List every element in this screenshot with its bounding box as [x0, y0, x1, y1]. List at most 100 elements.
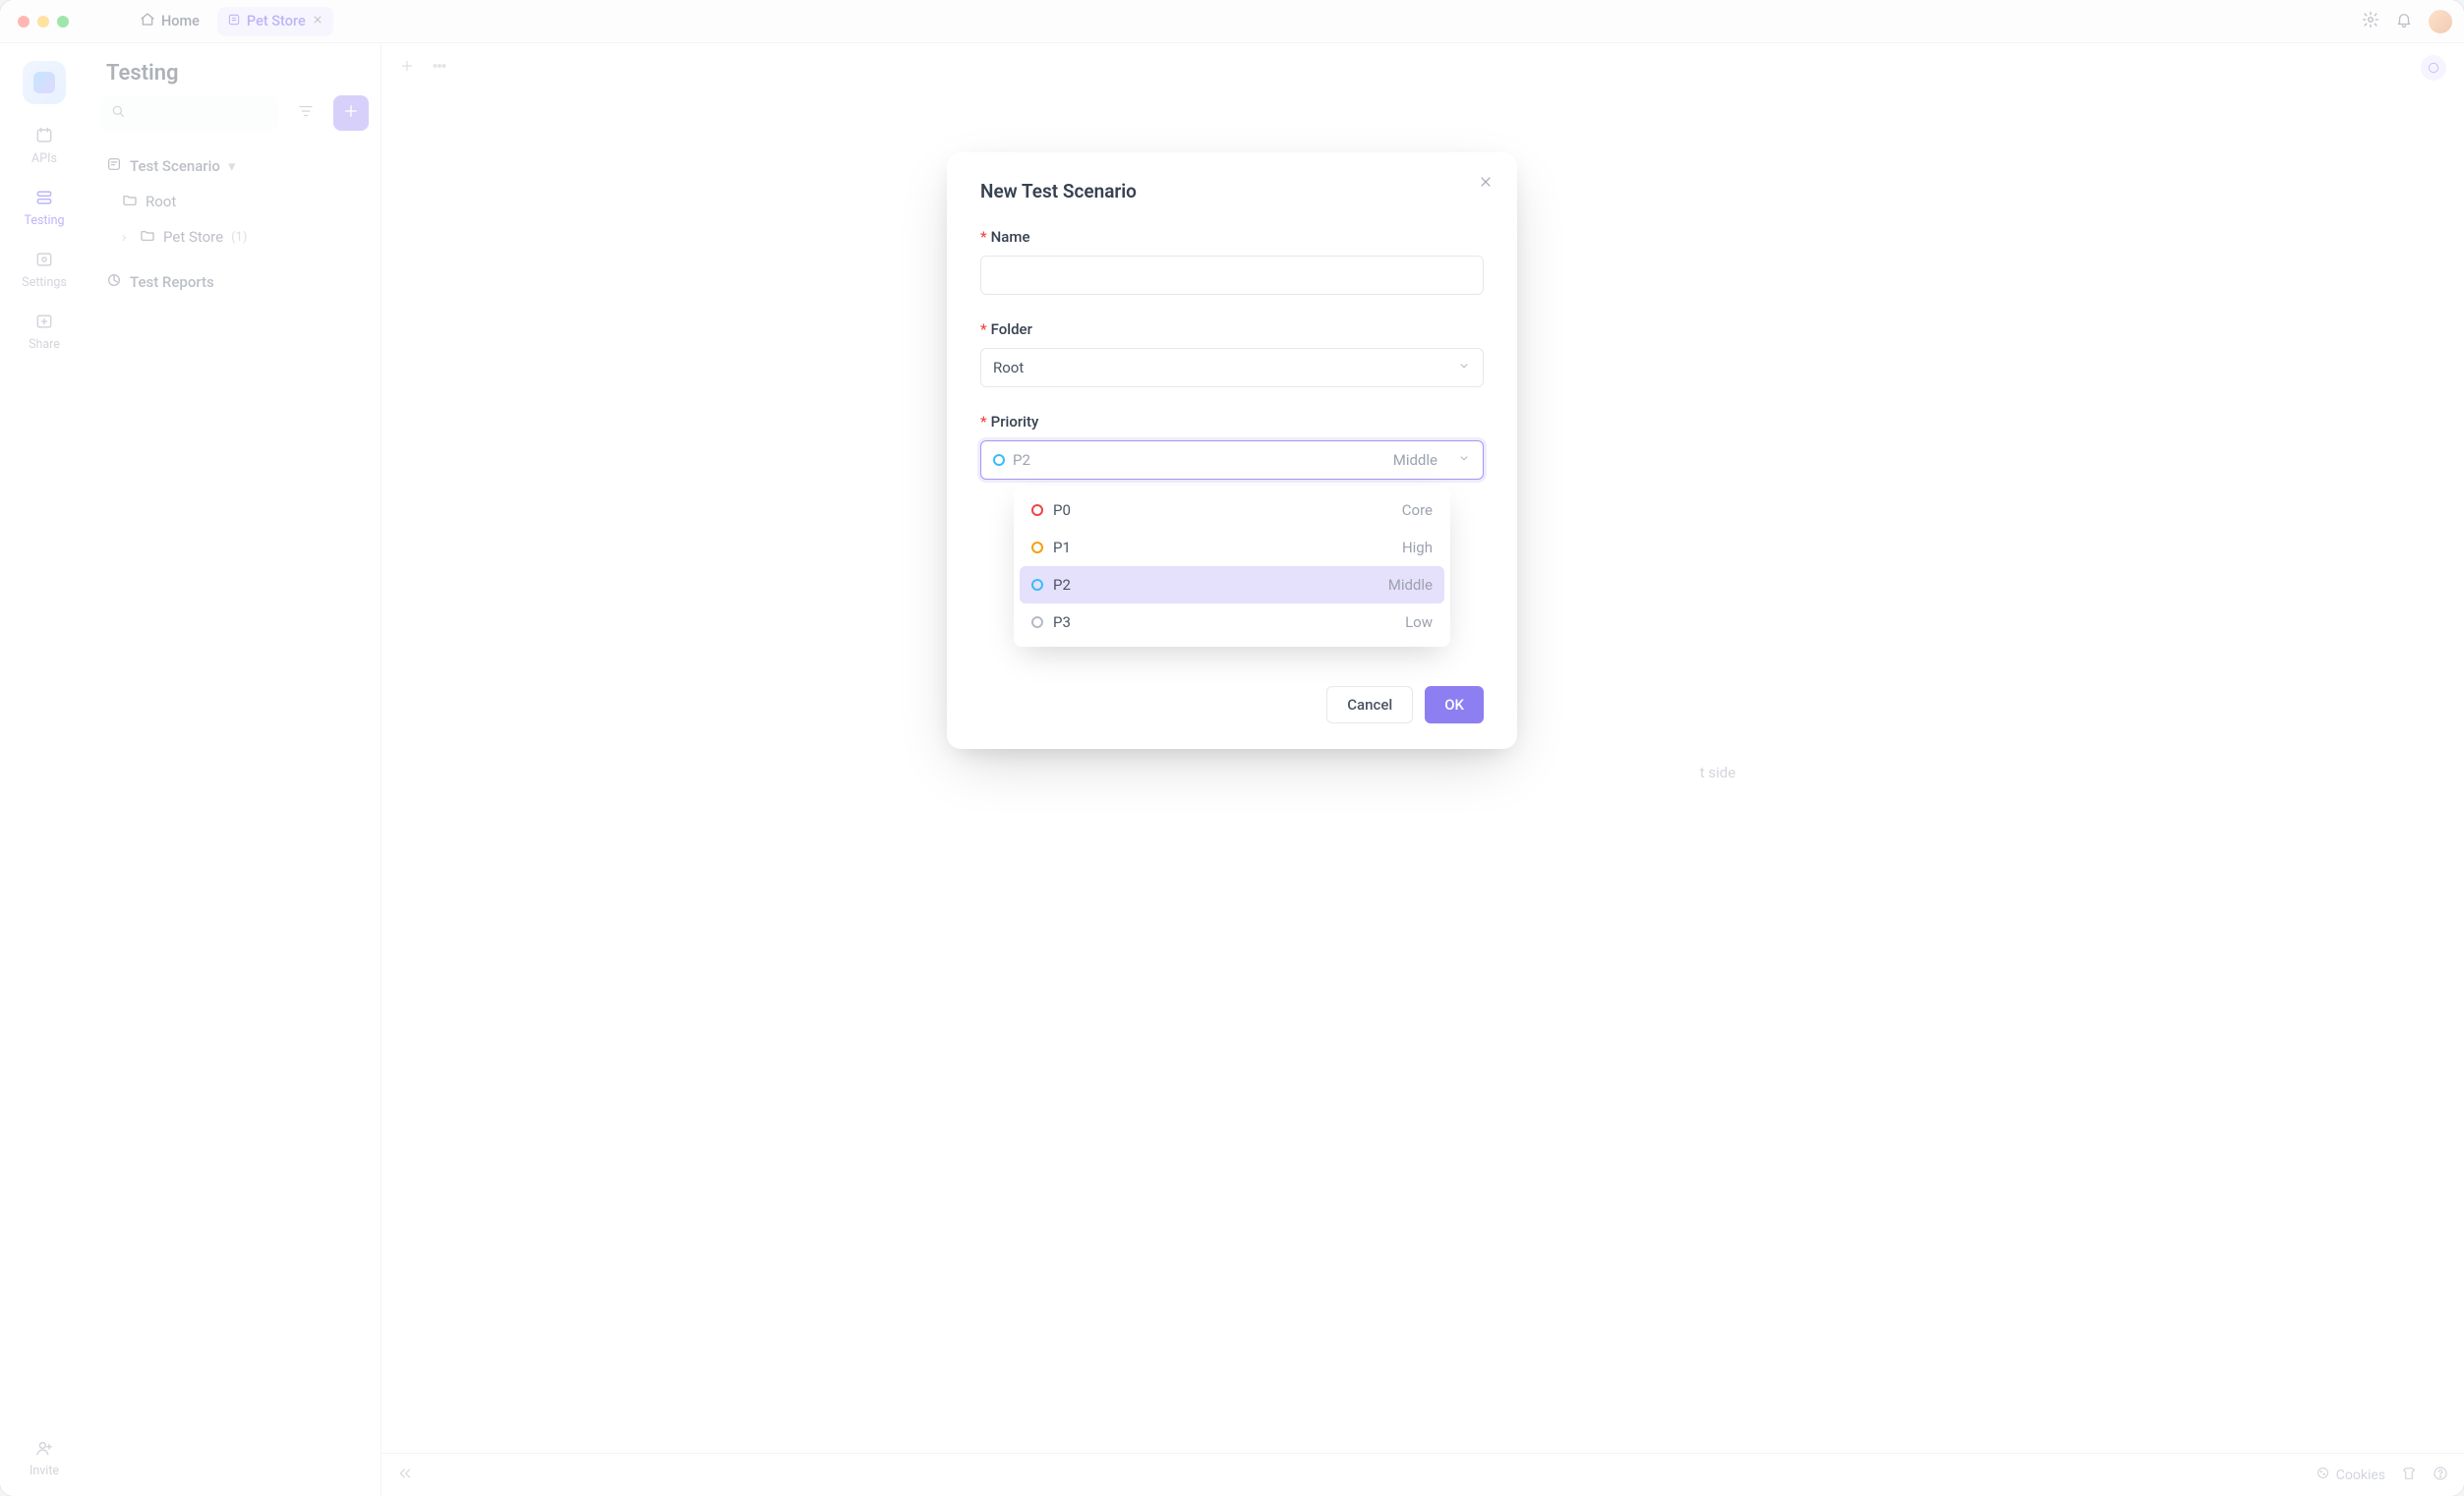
rail-item-invite[interactable]: Invite [29, 1438, 59, 1478]
rail-item-label: Settings [22, 275, 67, 290]
folder-select[interactable]: Root [980, 348, 1484, 387]
cookies-button[interactable]: Cookies [2316, 1466, 2385, 1484]
sidebar-title: Testing [106, 61, 365, 86]
canvas-hint-text: t side [1700, 764, 1735, 781]
tree-item-root[interactable]: Root [96, 184, 373, 219]
minimize-window-icon[interactable] [37, 16, 49, 28]
rail-item-label: APIs [31, 151, 57, 166]
priority-option-code: P1 [1053, 539, 1071, 556]
rail-item-label: Share [29, 337, 60, 352]
priority-select-code: P2 [1013, 451, 1030, 469]
new-tab-button[interactable] [399, 58, 415, 78]
collapse-panel-icon[interactable] [397, 1466, 413, 1485]
invite-icon [34, 1438, 54, 1458]
bell-icon[interactable] [2395, 11, 2413, 32]
modal-title: New Test Scenario [980, 180, 1484, 202]
tree-section-test-scenario[interactable]: Test Scenario ▾ [96, 148, 373, 184]
tree-item-label: Root [146, 193, 176, 210]
add-button[interactable] [333, 95, 369, 131]
priority-option-code: P3 [1053, 613, 1071, 631]
nav-rail: APIs Testing Settings Share Invite [0, 43, 88, 1496]
chevron-right-icon: › [122, 228, 132, 246]
window-tabs: Home Pet Store [132, 6, 333, 37]
share-icon [34, 312, 54, 331]
priority-ring-icon [1031, 616, 1043, 628]
rail-item-settings[interactable]: Settings [22, 250, 67, 290]
apis-icon [34, 126, 54, 145]
maximize-window-icon[interactable] [57, 16, 69, 28]
cookie-icon [2316, 1466, 2330, 1484]
tab-home-label: Home [161, 13, 200, 29]
priority-ring-icon [1031, 504, 1043, 516]
priority-ring-icon [1031, 542, 1043, 553]
rail-item-label: Testing [25, 213, 65, 228]
close-icon[interactable] [1478, 174, 1494, 194]
gear-icon[interactable] [2362, 11, 2379, 32]
priority-option-p2[interactable]: P2 Middle [1020, 566, 1444, 604]
ok-button-label: OK [1444, 696, 1464, 714]
cookies-label: Cookies [2336, 1467, 2385, 1483]
cancel-button-label: Cancel [1347, 696, 1392, 714]
test-scenario-icon [227, 13, 241, 30]
help-icon[interactable] [2433, 1466, 2448, 1485]
close-window-icon[interactable] [18, 16, 29, 28]
rail-item-share[interactable]: Share [29, 312, 60, 352]
folder-icon [122, 192, 138, 211]
priority-option-level: High [1402, 539, 1433, 556]
settings-icon [34, 250, 54, 269]
tree-section-test-reports[interactable]: Test Reports [96, 264, 373, 300]
tree-item-count: (1) [231, 230, 247, 245]
rail-item-label: Invite [29, 1464, 59, 1478]
priority-ring-icon [993, 454, 1005, 466]
testing-icon [34, 188, 54, 207]
chevron-down-icon [1457, 451, 1471, 469]
priority-option-level: Middle [1388, 576, 1433, 594]
reports-icon [106, 272, 122, 292]
tab-pet-store[interactable]: Pet Store [217, 7, 333, 36]
plus-icon [342, 102, 360, 124]
ok-button[interactable]: OK [1425, 686, 1484, 723]
more-icon[interactable] [431, 57, 448, 79]
priority-option-p3[interactable]: P3 Low [1020, 604, 1444, 641]
folder-field-label: Folder [991, 320, 1032, 338]
search-input[interactable] [100, 95, 278, 131]
priority-option-p1[interactable]: P1 High [1020, 529, 1444, 566]
tree-item-pet-store[interactable]: › Pet Store (1) [96, 219, 373, 255]
titlebar-right [2362, 10, 2452, 33]
tab-pet-store-label: Pet Store [247, 13, 306, 29]
tab-home[interactable]: Home [132, 6, 207, 37]
priority-option-p0[interactable]: P0Core [1020, 491, 1444, 529]
cancel-button[interactable]: Cancel [1326, 686, 1413, 723]
new-test-scenario-modal: New Test Scenario *Name *Folder Root *Pr… [947, 152, 1517, 749]
priority-option-level: Low [1405, 613, 1433, 631]
folder-icon [140, 227, 155, 247]
logo[interactable] [23, 61, 66, 104]
priority-select[interactable]: P2 Middle [980, 440, 1484, 480]
chevron-down-icon [1457, 359, 1471, 376]
status-bar: Cookies [381, 1453, 2464, 1496]
home-icon [140, 12, 155, 31]
ai-assistant-icon[interactable] [2421, 55, 2446, 81]
priority-field-label: Priority [991, 413, 1039, 431]
priority-option-code: P0 [1053, 501, 1071, 519]
priority-ring-icon [1031, 579, 1043, 591]
priority-dropdown: P0Core P1 High P2 Middle P3 Low [1014, 486, 1450, 647]
folder-select-value: Root [993, 359, 1024, 376]
rail-item-testing[interactable]: Testing [25, 188, 65, 228]
name-field-label: Name [991, 228, 1030, 246]
rail-item-apis[interactable]: APIs [31, 126, 57, 166]
filter-button[interactable] [288, 95, 323, 131]
close-icon[interactable] [312, 13, 323, 29]
app-frame: Home Pet Store [0, 0, 2464, 1496]
sidebar-panel: Testing Test Scenario ▾ Root [88, 43, 381, 1496]
name-field[interactable] [980, 256, 1484, 295]
avatar[interactable] [2429, 10, 2452, 33]
priority-option-code: P2 [1053, 576, 1071, 594]
tree-item-label: Pet Store [163, 228, 223, 246]
tshirt-icon[interactable] [2401, 1466, 2417, 1485]
tree-section-label: Test Reports [130, 273, 214, 291]
titlebar: Home Pet Store [0, 0, 2464, 43]
sidebar-tree: Test Scenario ▾ Root › Pet Store (1) Tes… [88, 143, 381, 306]
priority-select-level: Middle [1393, 451, 1437, 469]
search-icon [110, 103, 126, 123]
